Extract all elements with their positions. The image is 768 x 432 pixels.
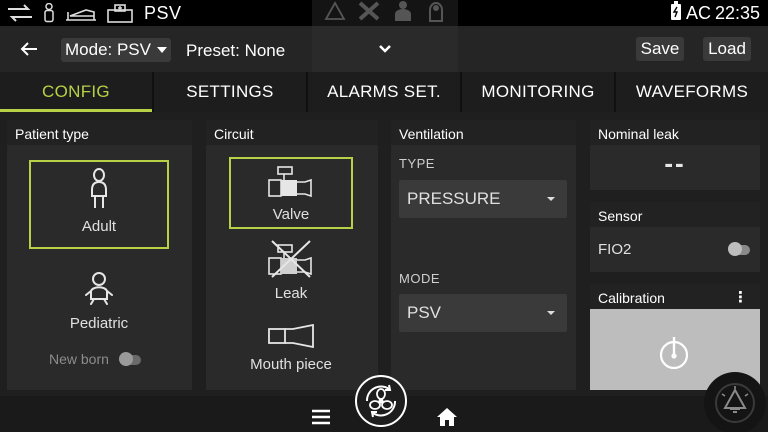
tab-waveforms[interactable]: WAVEFORMS (616, 72, 768, 112)
hamburger-icon (312, 409, 330, 425)
calibration-start-button[interactable] (658, 336, 690, 375)
tab-config[interactable]: CONFIG (0, 72, 154, 112)
mode-select-label: Mode: PSV (65, 40, 151, 59)
back-button[interactable] (16, 36, 42, 62)
status-mode: PSV (144, 2, 182, 23)
ventilation-panel: Ventilation TYPE PRESSURE MODE PSV (391, 120, 576, 390)
warning-triangle-icon (323, 0, 346, 26)
alarm-bell-icon (715, 383, 755, 423)
option-label: Valve (272, 206, 310, 223)
person-icon (42, 3, 56, 23)
circuit-mouthpiece-option[interactable]: Mouth piece (229, 315, 353, 373)
home-button[interactable] (436, 407, 458, 427)
panel-title: Calibration ⋮ (590, 284, 760, 309)
type-dropdown[interactable]: PRESSURE (399, 180, 567, 218)
panel-title: Ventilation (391, 120, 576, 145)
panel-title: Nominal leak (590, 120, 760, 145)
newborn-toggle[interactable] (118, 352, 141, 366)
tab-settings[interactable]: SETTINGS (154, 72, 308, 112)
power-source: AC (685, 2, 711, 23)
ventilation-start-button[interactable] (355, 375, 407, 427)
clock: 22:35 (714, 2, 760, 23)
type-label: TYPE (399, 156, 435, 171)
mouthpiece-icon (268, 324, 314, 348)
mode-value: PSV (407, 303, 442, 322)
valve-icon (268, 166, 312, 198)
chevron-down-icon (379, 45, 391, 53)
alarm-button[interactable] (704, 372, 766, 432)
fio2-label: FIO2 (598, 241, 632, 258)
nominal-leak-panel: Nominal leak -- (590, 120, 760, 190)
status-alarm-area (312, 0, 458, 26)
fan-icon (365, 384, 397, 418)
home-icon (437, 408, 457, 426)
tab-bar: CONFIG SETTINGS ALARMS SET. MONITORING W… (0, 72, 768, 112)
tab-alarms-set[interactable]: ALARMS SET. (308, 72, 462, 112)
more-vert-icon[interactable]: ⋮ (733, 288, 748, 306)
caret-down-icon (547, 311, 555, 315)
caret-down-icon (157, 47, 167, 53)
battery-icon (670, 0, 682, 26)
menu-button[interactable] (310, 408, 332, 426)
circuit-leak-option[interactable]: Leak (229, 236, 353, 302)
circuit-panel: Circuit Valve Leak Mouth piece (206, 120, 378, 390)
panel-title: Patient type (7, 120, 192, 145)
status-left: PSV (6, 2, 182, 24)
arrow-left-icon (20, 42, 37, 56)
fio2-toggle[interactable] (728, 242, 750, 256)
panel-title: Sensor (590, 202, 760, 227)
nominal-leak-value: -- (664, 148, 686, 178)
preset-label: Preset: None (186, 41, 286, 60)
newborn-label: New born (49, 351, 109, 367)
mode-label: MODE (399, 271, 440, 286)
option-label: Pediatric (69, 315, 129, 332)
circuit-valve-option[interactable]: Valve (229, 157, 353, 229)
adult-icon (91, 168, 107, 208)
tab-monitoring[interactable]: MONITORING (462, 72, 616, 112)
option-label: Mouth piece (250, 356, 332, 373)
tools-icon (357, 0, 381, 27)
calibration-title: Calibration (598, 290, 665, 306)
option-label: Leak (274, 285, 308, 302)
caret-down-icon (547, 197, 555, 201)
swap-icon (6, 4, 34, 22)
option-label: Adult (81, 218, 117, 235)
gauge-icon (659, 337, 689, 370)
patient-type-panel: Patient type Adult Pediatric New born (7, 120, 192, 390)
patient-pediatric-option[interactable]: Pediatric (29, 262, 169, 332)
patient-bed-icon (64, 4, 98, 22)
header-bar: Mode: PSV Preset: None Save Load (0, 26, 768, 72)
load-button[interactable]: Load (703, 37, 751, 61)
mode-select[interactable]: Mode: PSV (61, 38, 171, 62)
nurse-icon (425, 0, 447, 27)
newborn-row: New born (49, 351, 141, 367)
panel-title: Circuit (206, 120, 378, 145)
save-button[interactable]: Save (636, 37, 684, 61)
mode-dropdown[interactable]: PSV (399, 294, 567, 332)
doctor-icon (392, 0, 414, 27)
baby-icon (85, 272, 113, 305)
expand-button[interactable] (312, 26, 458, 72)
leak-icon (268, 240, 312, 278)
patient-adult-option[interactable]: Adult (29, 160, 169, 249)
status-bar: PSV AC 22:35 (0, 0, 768, 26)
type-value: PRESSURE (407, 189, 501, 208)
status-right: AC 22:35 (670, 0, 760, 26)
hospital-icon (106, 3, 134, 23)
sensor-panel: Sensor FIO2 (590, 202, 760, 272)
